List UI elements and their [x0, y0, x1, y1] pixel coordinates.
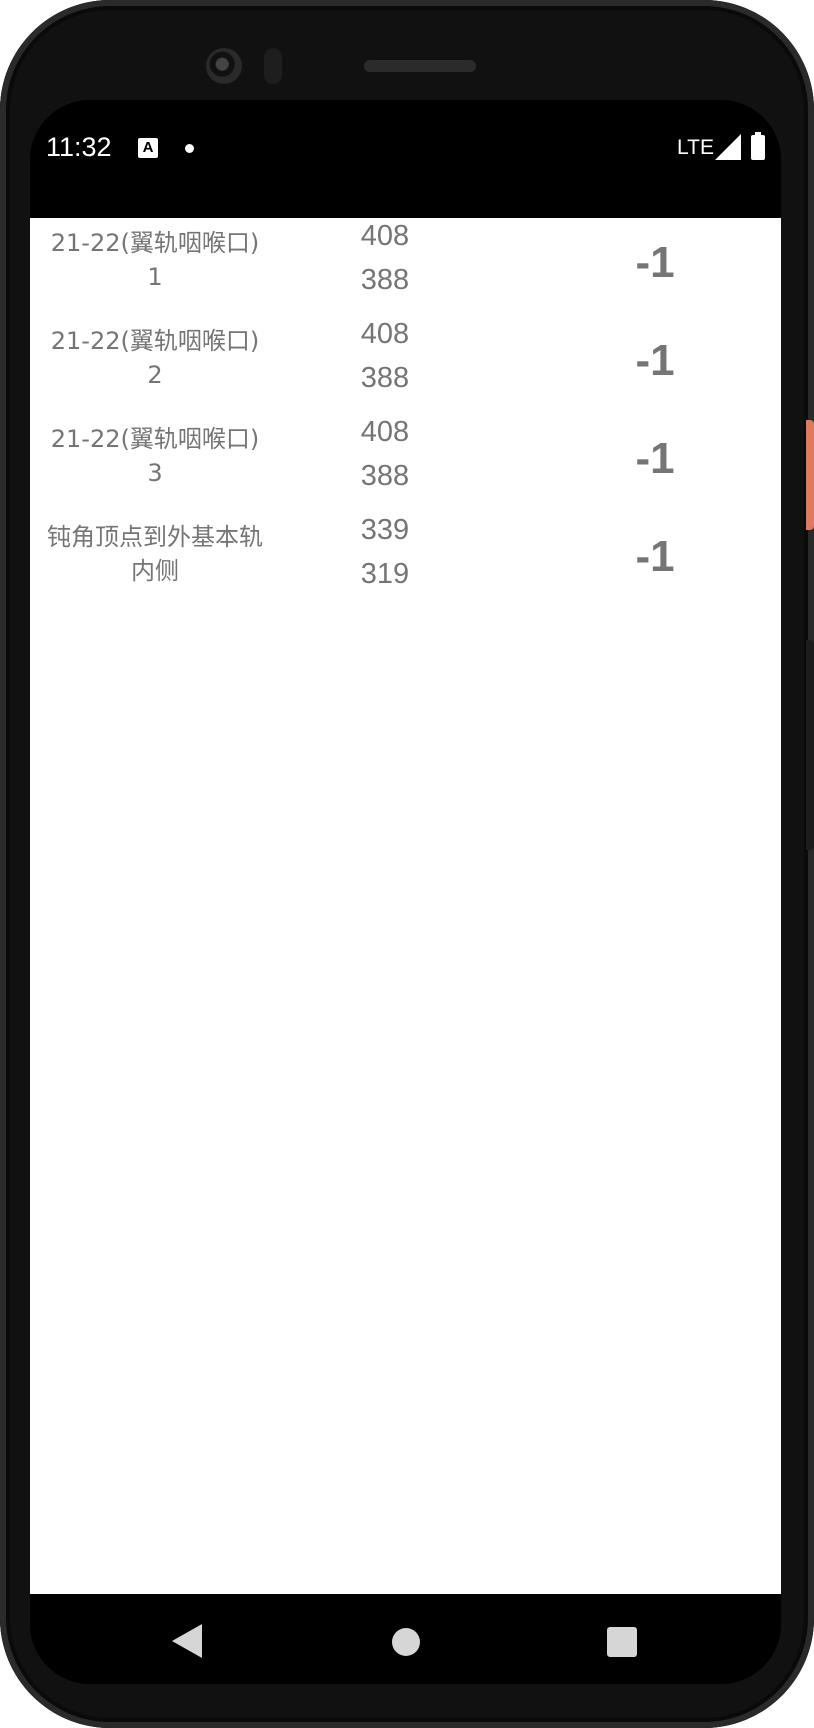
status-bar: 11:32 A LTE: [30, 100, 781, 218]
item-label-line2: 1: [147, 263, 163, 291]
item-label-line1: 21-22(翼轨咽喉口): [50, 229, 260, 257]
list-item[interactable]: 钝角顶点到外基本轨 内侧 339 319 -1: [30, 512, 781, 610]
difference-value: -1: [635, 434, 675, 483]
home-circle-icon[interactable]: [392, 1628, 420, 1656]
power-button[interactable]: [806, 420, 814, 530]
recent-square-icon[interactable]: [607, 1627, 637, 1657]
item-label: 钝角顶点到外基本轨 内侧: [30, 520, 280, 588]
value-bottom: 388: [360, 264, 410, 296]
list-item[interactable]: 21-22(翼轨咽喉口) 2 408 388 -1: [30, 316, 781, 414]
status-time: 11:32: [46, 132, 112, 162]
value-top: 408: [360, 318, 410, 350]
item-label-line1: 21-22(翼轨咽喉口): [50, 425, 260, 453]
item-label-line1: 钝角顶点到外基本轨: [47, 523, 263, 551]
list-item[interactable]: 21-22(翼轨咽喉口) 1 408 388 -1: [30, 218, 781, 316]
difference-value: -1: [635, 238, 675, 287]
value-top: 339: [360, 514, 410, 546]
list-item[interactable]: 21-22(翼轨咽喉口) 3 408 388 -1: [30, 414, 781, 512]
difference-value: -1: [635, 532, 675, 581]
earpiece-speaker: [364, 60, 476, 72]
network-type: LTE: [677, 136, 714, 159]
measurement-list: 21-22(翼轨咽喉口) 1 408 388 -1 21-22(翼轨咽喉口) 2…: [30, 218, 781, 1594]
item-label: 21-22(翼轨咽喉口) 3: [30, 422, 280, 490]
value-bottom: 388: [360, 362, 410, 394]
value-bottom: 388: [360, 460, 410, 492]
value-top: 408: [360, 220, 410, 252]
difference-value: -1: [635, 336, 675, 385]
volume-button[interactable]: [806, 640, 814, 850]
device-screen: 11:32 A LTE 21-22(翼轨咽喉口) 1 408 388 -1 21…: [30, 100, 781, 1684]
item-label-line2: 2: [147, 361, 163, 389]
value-top: 408: [360, 416, 410, 448]
value-bottom: 319: [360, 558, 410, 590]
battery-icon: [751, 132, 765, 160]
back-triangle-icon[interactable]: [172, 1624, 202, 1658]
item-label-line1: 21-22(翼轨咽喉口): [50, 327, 260, 355]
proximity-sensor: [264, 48, 282, 84]
front-camera: [206, 48, 242, 84]
item-label: 21-22(翼轨咽喉口) 2: [30, 324, 280, 392]
navigation-bar: [30, 1594, 781, 1684]
notification-dot-icon: [185, 144, 194, 153]
item-label-line2: 3: [147, 459, 163, 487]
item-label-line2: 内侧: [131, 557, 179, 585]
item-label: 21-22(翼轨咽喉口) 1: [30, 226, 280, 294]
signal-icon: [715, 134, 741, 160]
a-notification-icon: A: [138, 138, 158, 158]
